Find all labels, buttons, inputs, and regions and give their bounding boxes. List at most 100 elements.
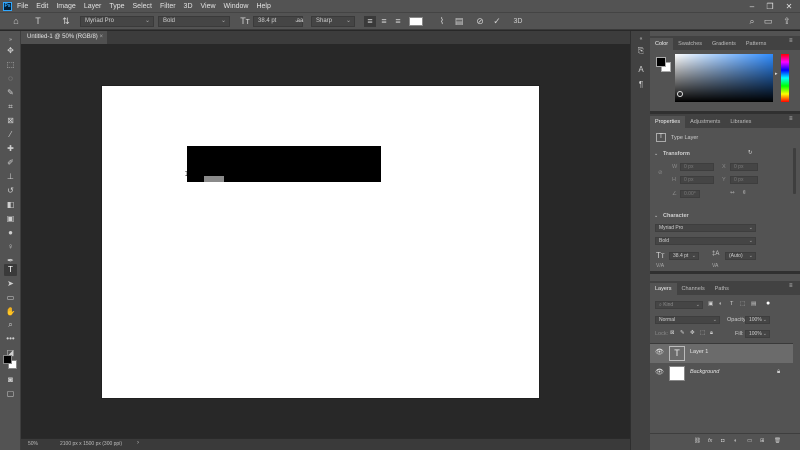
rectangle-tool-icon[interactable]: ▭ xyxy=(4,292,17,304)
filter-smart-object-icon[interactable]: ▤ xyxy=(751,301,756,307)
menu-3d[interactable]: 3D xyxy=(184,3,193,10)
history-panel-icon[interactable]: ⎘ xyxy=(635,45,647,57)
tab-swatches[interactable]: Swatches xyxy=(673,38,707,50)
filter-pixel-icon[interactable]: ▣ xyxy=(708,301,713,307)
lock-transparent-icon[interactable]: ⊠ xyxy=(670,330,675,336)
menu-edit[interactable]: Edit xyxy=(36,3,48,10)
quick-mask-icon[interactable]: ◙ xyxy=(4,374,17,386)
font-style-select[interactable]: Bold ⌄ xyxy=(158,16,230,27)
width-field[interactable]: 0 px xyxy=(680,163,714,171)
fill-field[interactable]: 100% ⌄ xyxy=(745,330,770,338)
eyedropper-tool-icon[interactable]: ⁄ xyxy=(4,129,17,141)
align-center-icon[interactable]: ≡ xyxy=(378,16,390,27)
document-tab[interactable]: Untitled-1 @ 50% (RGB/8) × xyxy=(21,31,107,44)
delete-layer-icon[interactable]: 🗑︎ xyxy=(774,438,781,444)
tab-channels[interactable]: Channels xyxy=(677,283,710,295)
color-panel-menu-icon[interactable]: ≡ xyxy=(789,38,793,44)
foreground-color-swatch[interactable] xyxy=(3,355,12,364)
close-tab-icon[interactable]: × xyxy=(99,31,103,44)
lock-position-icon[interactable]: ✥ xyxy=(690,330,695,336)
zoom-tool-icon[interactable]: ⌕ xyxy=(4,319,17,331)
flip-vertical-icon[interactable]: ⇳ xyxy=(742,190,747,196)
filter-adjustment-icon[interactable]: ◐ xyxy=(719,301,722,307)
new-layer-icon[interactable]: ⊞ xyxy=(760,438,765,444)
adjustment-layer-icon[interactable]: ◐ xyxy=(734,438,737,444)
character-panel-icon[interactable]: A xyxy=(635,64,647,76)
move-tool-icon[interactable]: ✥ xyxy=(4,45,17,57)
add-mask-icon[interactable]: ◘ xyxy=(721,438,724,444)
lock-artboard-icon[interactable]: ⬚ xyxy=(700,330,705,336)
eraser-tool-icon[interactable]: ◧ xyxy=(4,199,17,211)
minimize-icon[interactable]: – xyxy=(743,0,761,12)
screen-mode-icon[interactable]: ▢ xyxy=(4,388,17,400)
transform-chevron-icon[interactable]: ⌄ xyxy=(654,151,658,157)
hue-slider[interactable] xyxy=(781,54,789,102)
cancel-edits-icon[interactable]: ⊘ xyxy=(474,16,486,27)
text-color-swatch[interactable] xyxy=(409,17,423,26)
strip-collapse-icon[interactable]: « xyxy=(635,33,647,45)
layer-row-background[interactable]: 👁︎ Background 🔒︎ xyxy=(650,364,793,383)
visibility-eye-icon[interactable]: 👁︎ xyxy=(655,349,664,357)
new-group-icon[interactable]: ▭ xyxy=(747,438,752,444)
maximize-icon[interactable]: ❐ xyxy=(761,0,779,12)
menu-type[interactable]: Type xyxy=(109,3,124,10)
x-field[interactable]: 0 px xyxy=(730,163,758,171)
menu-file[interactable]: File xyxy=(17,3,28,10)
history-brush-tool-icon[interactable]: ↺ xyxy=(4,185,17,197)
frame-tool-icon[interactable]: ⊠ xyxy=(4,115,17,127)
properties-panel-menu-icon[interactable]: ≡ xyxy=(789,116,793,122)
layer-row-layer-1[interactable]: 👁︎ T Layer 1 xyxy=(650,344,793,363)
menu-help[interactable]: Help xyxy=(256,3,270,10)
character-chevron-icon[interactable]: ⌄ xyxy=(654,213,658,219)
properties-font-family-select[interactable]: Myriad Pro ⌄ xyxy=(655,224,756,232)
opacity-field[interactable]: 100% ⌄ xyxy=(745,316,770,324)
leading-select[interactable]: (Auto) ⌄ xyxy=(725,252,756,260)
type-tool-icon[interactable]: T xyxy=(4,264,17,276)
tab-adjustments[interactable]: Adjustments xyxy=(685,116,725,128)
tab-patterns[interactable]: Patterns xyxy=(741,38,771,50)
path-selection-tool-icon[interactable]: ➤ xyxy=(4,278,17,290)
tab-layers[interactable]: Layers xyxy=(650,283,677,295)
font-family-select[interactable]: Myriad Pro ⌄ xyxy=(80,16,154,27)
align-right-icon[interactable]: ≡ xyxy=(392,16,404,27)
properties-font-size-select[interactable]: 38.4 pt ⌄ xyxy=(669,252,699,260)
layer-filter-kind-select[interactable]: ⌕ Kind ⌄ xyxy=(655,301,703,309)
more-tools-icon[interactable]: ••• xyxy=(4,333,17,345)
type-tool-preset-icon[interactable]: T xyxy=(32,16,44,27)
properties-font-style-select[interactable]: Bold ⌄ xyxy=(655,237,756,245)
layer-style-icon[interactable]: fx xyxy=(708,438,712,444)
layers-panel-menu-icon[interactable]: ≡ xyxy=(789,283,793,289)
layer-locked-icon[interactable]: 🔒︎ xyxy=(777,369,780,376)
menu-window[interactable]: Window xyxy=(224,3,249,10)
tab-color[interactable]: Color xyxy=(650,38,674,50)
link-layers-icon[interactable]: ⛓ xyxy=(694,438,701,444)
blur-tool-icon[interactable]: ● xyxy=(4,227,17,239)
warp-text-icon[interactable]: ⌇ xyxy=(436,16,448,27)
paragraph-panel-icon[interactable]: ¶ xyxy=(635,79,647,91)
menu-image[interactable]: Image xyxy=(56,3,75,10)
workspace-icon[interactable]: ▭ xyxy=(762,16,774,27)
search-icon[interactable]: ⌕ xyxy=(746,16,758,27)
dodge-tool-icon[interactable]: ♀ xyxy=(4,241,17,253)
blend-mode-select[interactable]: Normal ⌄ xyxy=(655,316,720,324)
marquee-tool-icon[interactable]: ⬚ xyxy=(4,59,17,71)
hue-slider-handle-icon[interactable]: ▸ xyxy=(775,71,778,77)
3d-icon[interactable]: 3D xyxy=(512,16,524,27)
menu-view[interactable]: View xyxy=(201,3,216,10)
filter-type-icon[interactable]: T xyxy=(730,301,733,307)
tab-properties[interactable]: Properties xyxy=(650,116,686,128)
angle-field[interactable]: 0.00° xyxy=(680,190,700,198)
lock-image-icon[interactable]: ✎ xyxy=(680,330,685,336)
color-picker-handle[interactable] xyxy=(677,91,683,97)
tab-paths[interactable]: Paths xyxy=(710,283,734,295)
crop-tool-icon[interactable]: ⌗ xyxy=(4,101,17,113)
reset-transform-icon[interactable]: ↻ xyxy=(748,150,753,156)
color-spectrum-field[interactable] xyxy=(675,54,773,102)
quick-selection-tool-icon[interactable]: ✎ xyxy=(4,87,17,99)
close-window-icon[interactable]: ✕ xyxy=(780,0,798,12)
anti-alias-select[interactable]: Sharp ⌄ xyxy=(311,16,355,27)
healing-brush-tool-icon[interactable]: ✚ xyxy=(4,143,17,155)
filter-toggle-icon[interactable]: ● xyxy=(766,300,770,307)
flip-horizontal-icon[interactable]: ⇿ xyxy=(730,190,735,196)
menu-layer[interactable]: Layer xyxy=(84,3,102,10)
